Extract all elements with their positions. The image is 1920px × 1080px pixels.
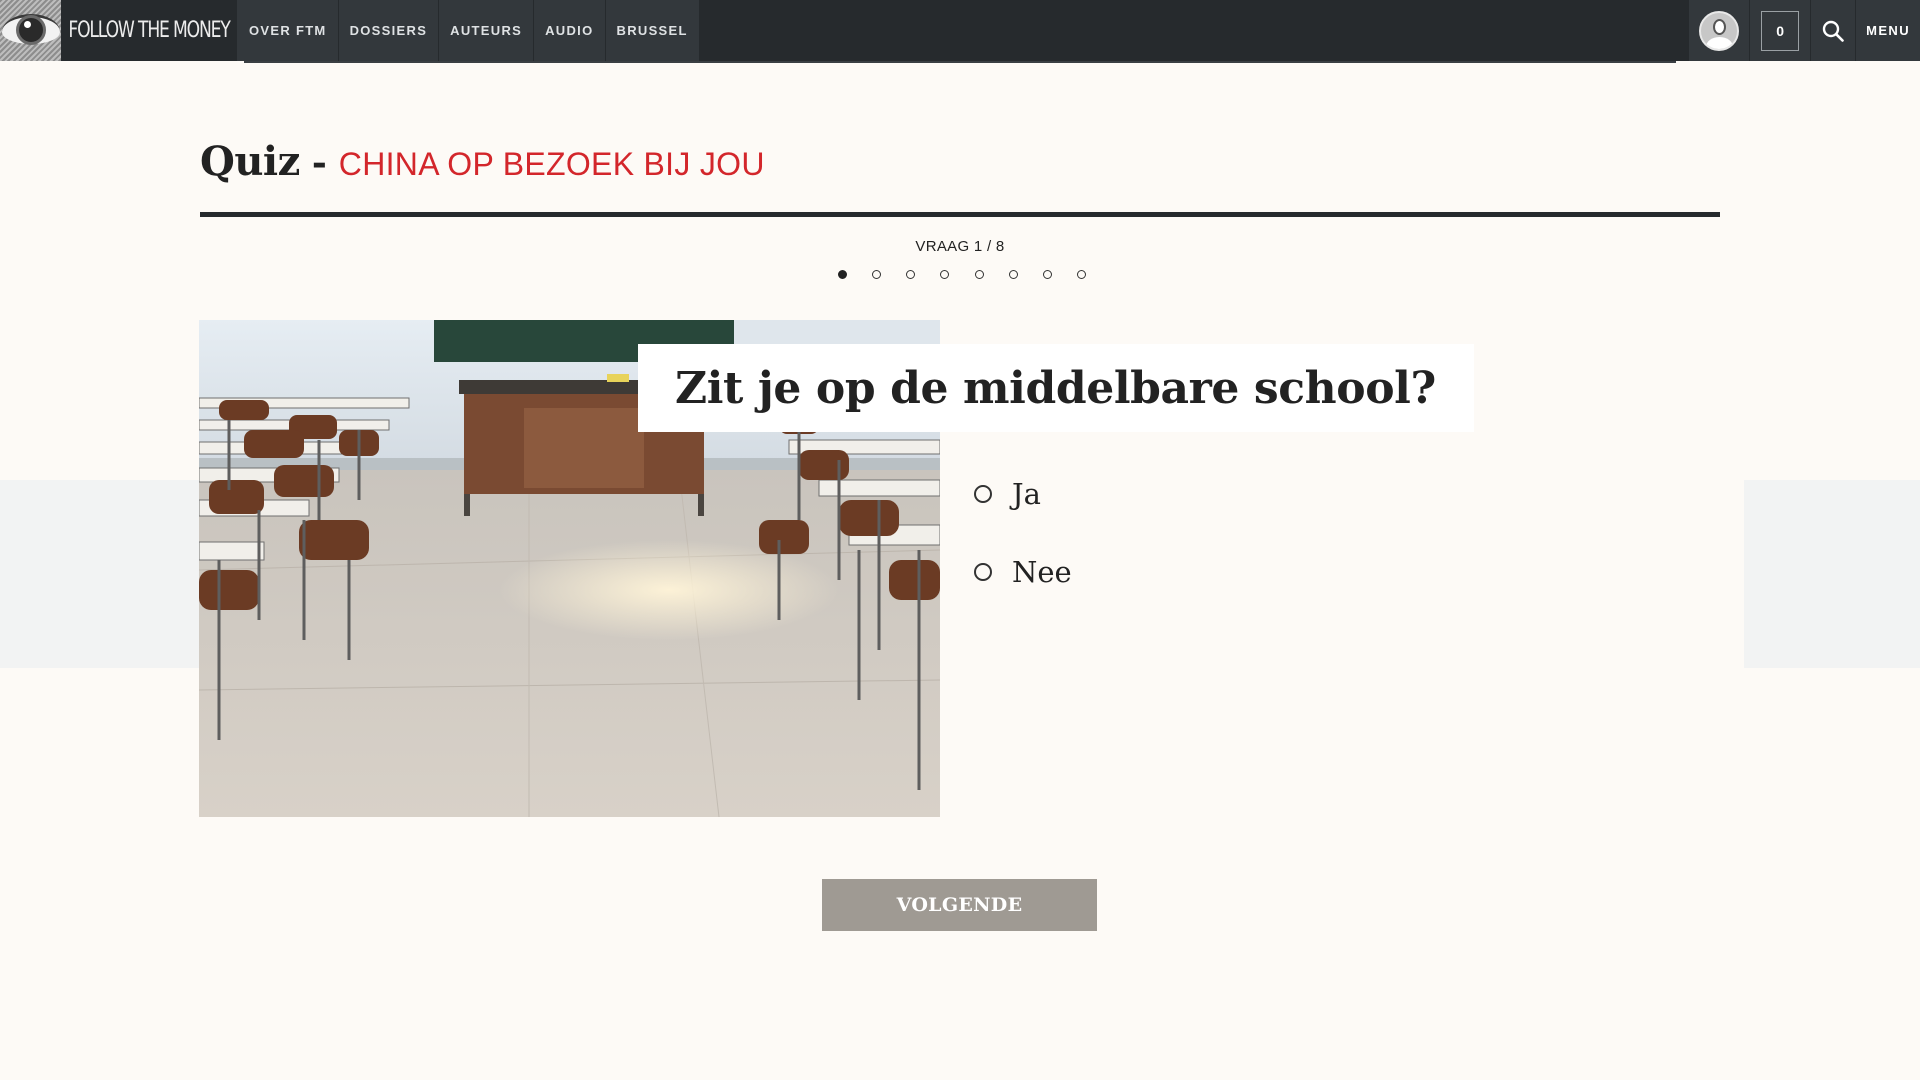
progress-dot-3[interactable] [906,269,916,279]
counter-badge: 0 [1761,10,1800,51]
progress-dot-5[interactable] [974,269,984,279]
nav-item-over-ftm[interactable]: OVER FTM [237,0,338,61]
nav-item-audio[interactable]: AUDIO [534,0,605,61]
radio-button-ja[interactable] [974,485,992,503]
eye-logo-icon[interactable] [0,0,61,61]
title-divider [200,212,1720,217]
background-band-right [1744,480,1920,668]
quiz-topic: CHINA OP BEZOEK BIJ JOU [338,146,765,182]
quiz-title: Quiz - CHINA OP BEZOEK BIJ JOU [200,138,1720,185]
counter-button[interactable]: 0 [1750,0,1811,61]
progress-dot-1[interactable] [838,269,847,279]
progress-dot-4[interactable] [940,269,950,279]
answer-option-ja[interactable]: Ja [974,470,1374,518]
progress-dot-8[interactable] [1076,269,1086,279]
question-progress-label: VRAAG 1 / 8 [915,238,1005,255]
answer-label-nee: Nee [1012,555,1072,589]
search-icon [1822,20,1844,42]
search-button[interactable] [1811,0,1856,61]
question-text: Zit je op de middelbare school? [675,362,1436,414]
quiz-title-dash: - [311,142,327,184]
top-navigation-bar: FOLLOW THE MONEY OVER FTM DOSSIERS AUTEU… [0,0,1920,63]
progress-dot-7[interactable] [1042,269,1052,279]
nav-item-brussel[interactable]: BRUSSEL [605,0,699,61]
answer-option-nee[interactable]: Nee [974,548,1374,596]
question-card: Zit je op de middelbare school? [638,344,1474,432]
header-tools: 0 MENU [1688,0,1920,61]
answer-options: Ja Nee [974,470,1374,626]
main-nav: OVER FTM DOSSIERS AUTEURS AUDIO BRUSSEL [237,0,700,61]
brand-logo[interactable]: FOLLOW THE MONEY [68,0,230,61]
question-progress-dots [838,268,1086,280]
progress-dot-6[interactable] [1008,269,1018,279]
account-button[interactable] [1689,0,1750,61]
nav-item-dossiers[interactable]: DOSSIERS [338,0,439,61]
answer-label-ja: Ja [1012,477,1041,511]
menu-button[interactable]: MENU [1856,0,1920,61]
quiz-title-word: Quiz [200,138,300,185]
background-band-left [0,480,200,668]
user-avatar-icon [1699,10,1740,51]
next-button[interactable]: VOLGENDE [822,879,1097,931]
radio-button-nee[interactable] [974,563,992,581]
progress-dot-2[interactable] [872,269,882,279]
nav-item-auteurs[interactable]: AUTEURS [439,0,534,61]
